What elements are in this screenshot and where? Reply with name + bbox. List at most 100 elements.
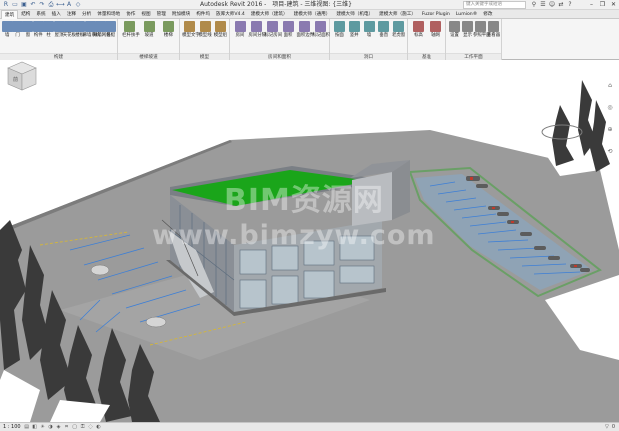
exchange-icon[interactable]: ⇄ (557, 1, 565, 9)
minimize-icon[interactable]: – (586, 0, 597, 9)
ribbon-button-6-3[interactable]: 查看器 (486, 21, 501, 51)
shadows-icon[interactable]: ◑ (48, 424, 54, 430)
text-icon[interactable]: A (65, 1, 73, 9)
undo-icon[interactable]: ↶ (29, 1, 37, 9)
ribbon-button-4-3[interactable]: 垂直 (376, 21, 391, 51)
zoom-icon[interactable]: ⊕ (606, 126, 614, 134)
ribbon-button-2-0[interactable]: 模型文字 (182, 21, 200, 51)
crop-icon[interactable]: ⌗ (64, 424, 70, 430)
ribbon-button-label: 按面 (334, 33, 344, 38)
ribbon-button-1-0[interactable]: 栏杆扶手 (122, 21, 140, 51)
detail-level-icon[interactable]: ▤ (24, 424, 30, 430)
ribbon-button-2-2[interactable]: 模型组 (213, 21, 228, 51)
ribbon-button-4-2[interactable]: 墙 (362, 21, 377, 51)
tab-0[interactable]: 建筑 (1, 10, 19, 19)
tab-6[interactable]: 体量和场地 (94, 10, 123, 19)
ribbon-tool-icon (333, 21, 345, 32)
reveal-hidden-icon[interactable]: ◐ (96, 424, 102, 430)
ribbon-tool-icon (430, 21, 441, 32)
ribbon-button-4-1[interactable]: 竖井 (347, 21, 362, 51)
window-controls: – ❐ ✕ (586, 0, 619, 9)
filter-icon[interactable]: ▽ (605, 424, 609, 431)
ribbon-tool-icon (282, 21, 294, 32)
ribbon-tool-icon (105, 21, 117, 32)
ribbon-tool-icon (124, 21, 136, 32)
home-icon[interactable]: ⌂ (606, 82, 614, 90)
open-icon[interactable]: ▭ (11, 1, 19, 9)
measure-icon[interactable]: ⟷ (56, 1, 65, 9)
tab-19[interactable]: 修改 (480, 10, 495, 19)
close-icon[interactable]: ✕ (608, 0, 619, 9)
ribbon-button-label: 坡道 (144, 33, 154, 38)
tab-8[interactable]: 视图 (138, 10, 153, 19)
tab-18[interactable]: Lumion® (453, 10, 480, 19)
ribbon-group-label: 基准 (408, 53, 445, 60)
tab-2[interactable]: 系统 (33, 10, 48, 19)
ribbon-button-5-0[interactable]: 标高 (411, 21, 426, 51)
redo-icon[interactable]: ↷ (38, 1, 46, 9)
tab-12[interactable]: 族库大师V4.4 (213, 10, 248, 19)
print-icon[interactable]: ⎙ (47, 1, 55, 9)
tab-9[interactable]: 管理 (154, 10, 169, 19)
revit-logo-icon[interactable]: R (2, 1, 10, 9)
save-icon[interactable]: ▣ (20, 1, 28, 9)
visual-style-icon[interactable]: ◧ (32, 424, 38, 430)
tab-14[interactable]: 建模大师（通用） (291, 10, 334, 19)
temp-hide-icon[interactable]: ◌ (88, 424, 94, 430)
ribbon-button-1-1[interactable]: 坡道 (142, 21, 157, 51)
subscription-icon[interactable]: ☰ (539, 1, 547, 9)
search-input[interactable]: 键入关键字或短语 (463, 1, 526, 9)
render-icon[interactable]: ◈ (56, 424, 62, 430)
ribbon-tool-icon (475, 21, 486, 32)
steering-wheel-icon[interactable]: ◎ (606, 104, 614, 112)
ribbon-button-label: 竖井 (349, 33, 359, 38)
viewcube[interactable]: 前 (0, 60, 42, 94)
crop-visibility-icon[interactable]: ▢ (72, 424, 78, 430)
ribbon-button-3-3[interactable]: 面积 (281, 21, 296, 51)
ribbon-button-0-10[interactable]: 竖梃 (103, 21, 118, 51)
3d-viewport[interactable]: BIM资源网 www.bimzyw.com 前 ⌂ ◎ ⊕ ⟲ (0, 60, 619, 422)
tab-1[interactable]: 结构 (18, 10, 33, 19)
view-control-bar: 1 : 100 ▤ ◧ ☀ ◑ ◈ ⌗ ▢ ⚿ ◌ ◐ ▽ 0 (0, 422, 619, 431)
selection-count: 0 (611, 424, 615, 430)
ribbon-tool-icon (413, 21, 424, 32)
ribbon-tool-icon (348, 21, 360, 32)
ribbon-button-2-1[interactable]: 模型线 (198, 21, 213, 51)
tab-13[interactable]: 建模大师（建筑） (248, 10, 291, 19)
ribbon-button-3-2[interactable]: 标记房间 (265, 21, 282, 51)
ribbon-group-label: 模型 (180, 53, 229, 60)
ribbon-tabs: 建筑 结构 系统 插入 注释 分析 体量和场地 协作 视图 管理 附加模块 构件坞 族库大师V4.4 建模… (0, 10, 619, 19)
binoculars-icon[interactable]: ⚲ (530, 1, 538, 9)
restore-icon[interactable]: ❐ (597, 0, 608, 9)
tab-4[interactable]: 注释 (64, 10, 79, 19)
view-scale[interactable]: 1 : 100 (0, 423, 24, 431)
tab-16[interactable]: 建模大师（施工） (376, 10, 419, 19)
ribbon-group-3: 房间 房间分隔 标记房间 面积 面积边界 标记面积 房间和面积 (230, 19, 330, 60)
ribbon-panel: 墙门窗构件柱屋顶 天花板 楼板 幕墙系统 幕墙网格 竖梃 构建 栏杆扶手 坡道 楼梯 楼梯坡道 模型文… (0, 19, 619, 60)
ribbon-button-3-5[interactable]: 标记面积 (313, 21, 330, 51)
help-icon[interactable]: ? (566, 1, 574, 9)
ribbon-button-4-0[interactable]: 按面 (332, 21, 347, 51)
ribbon-button-label: 房间 (235, 33, 245, 38)
tab-11[interactable]: 构件坞 (193, 10, 213, 19)
tab-17[interactable]: Fuzor Plugin (419, 10, 453, 19)
lock-3d-icon[interactable]: ⚿ (80, 424, 86, 430)
ribbon-tool-icon (199, 21, 211, 32)
ribbon-button-5-1[interactable]: 轴网 (428, 21, 443, 51)
ribbon-button-3-4[interactable]: 面积边界 (297, 21, 314, 51)
orbit-icon[interactable]: ⟲ (606, 148, 614, 156)
ribbon-button-3-0[interactable]: 房间 (233, 21, 248, 51)
tab-3[interactable]: 插入 (49, 10, 64, 19)
ribbon-button-1-2[interactable]: 楼梯 (161, 21, 176, 51)
ribbon-button-3-1[interactable]: 房间分隔 (249, 21, 266, 51)
user-icon[interactable]: ☺ (548, 1, 556, 9)
tab-10[interactable]: 附加模块 (169, 10, 193, 19)
ribbon-tool-icon (143, 21, 155, 32)
ribbon-button-label: 模型组 (213, 33, 227, 38)
ribbon-button-4-4[interactable]: 老虎窗 (391, 21, 406, 51)
view-3d-icon[interactable]: ◇ (74, 1, 82, 9)
sun-path-icon[interactable]: ☀ (40, 424, 46, 430)
tab-7[interactable]: 协作 (123, 10, 138, 19)
tab-5[interactable]: 分析 (79, 10, 94, 19)
tab-15[interactable]: 建模大师（机电） (333, 10, 376, 19)
